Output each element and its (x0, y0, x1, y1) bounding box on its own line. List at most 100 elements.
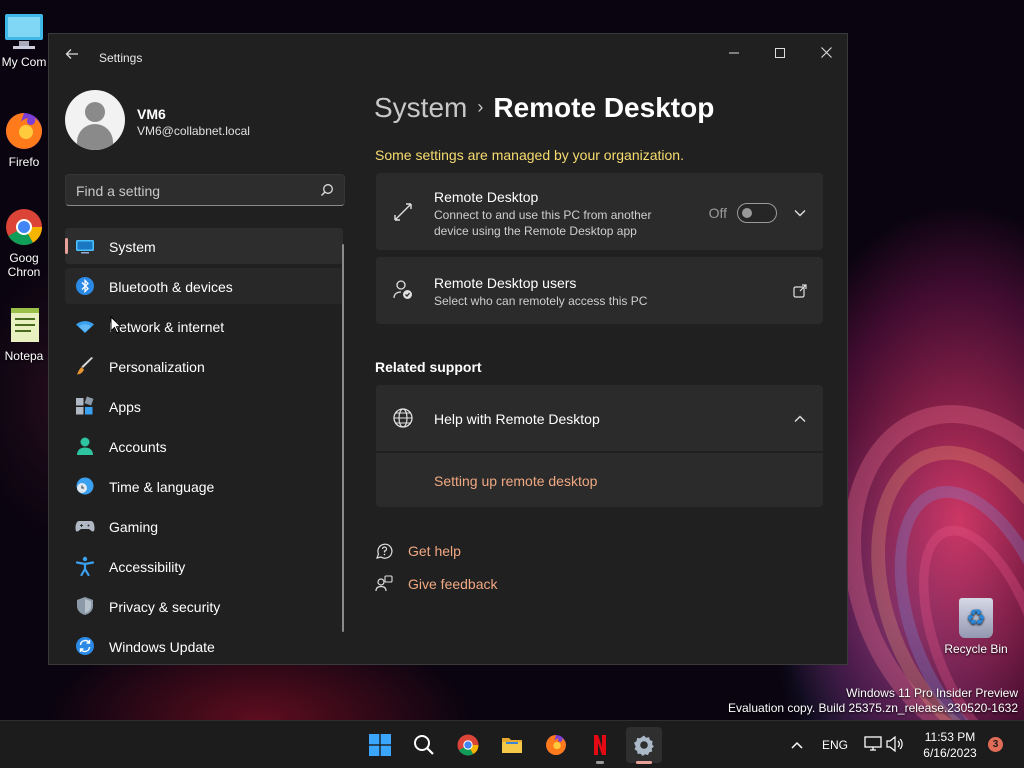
app-title: Settings (99, 51, 143, 65)
sidebar-item-time-language[interactable]: Time & language (65, 468, 343, 504)
globe-clock-icon (76, 477, 94, 495)
page-title: Remote Desktop (493, 92, 715, 123)
taskbar-firefox[interactable] (538, 727, 574, 763)
desktop-icon-chrome[interactable]: Goog Chron (0, 206, 48, 279)
recycle-bin-label: Recycle Bin (944, 642, 1008, 656)
maximize-button[interactable] (757, 38, 803, 68)
chevron-down-icon[interactable] (793, 206, 807, 220)
sidebar-item-label: Bluetooth & devices (109, 279, 233, 295)
taskbar-clock[interactable]: 11:53 PM 6/16/2023 (916, 729, 984, 761)
network-icon (864, 736, 882, 751)
remote-desktop-toggle[interactable] (737, 203, 777, 223)
apps-icon (76, 396, 94, 415)
maximize-icon (775, 48, 785, 58)
desktop-icon-label-line2: Chron (7, 265, 41, 279)
org-managed-notice: Some settings are managed by your organi… (375, 147, 684, 163)
help-remote-desktop-header[interactable]: Help with Remote Desktop (376, 385, 823, 451)
recycle-bin[interactable]: Recycle Bin (944, 598, 1008, 656)
sidebar-item-label: Network & internet (109, 319, 225, 335)
remote-desktop-icon (394, 203, 412, 221)
help-card-body: Setting up remote desktop (376, 453, 823, 507)
desktop-icon-label: Notepa (4, 349, 44, 363)
desktop-icon-firefox[interactable]: Firefo (0, 110, 48, 169)
sidebar-item-privacy-security[interactable]: Privacy & security (65, 588, 343, 624)
taskbar: ENG 11:53 PM 6/16/2023 3 (0, 720, 1024, 768)
taskbar-chrome[interactable] (450, 727, 486, 763)
desktop-icon-label: Goog (9, 251, 39, 265)
chevron-up-icon[interactable] (793, 412, 807, 426)
search-icon (414, 735, 434, 755)
close-icon (820, 47, 832, 58)
settings-window: Settings VM6 VM6@collabnet.local System … (48, 33, 848, 665)
firefox-icon (3, 110, 45, 152)
chrome-icon (3, 206, 45, 248)
sidebar-item-system[interactable]: System (65, 228, 343, 264)
quick-settings-button[interactable] (862, 721, 908, 768)
back-arrow-icon (65, 49, 78, 59)
desktop-icon-label: My Com (1, 55, 47, 69)
sidebar-item-bluetooth[interactable]: Bluetooth & devices (65, 268, 343, 304)
get-help-icon (376, 543, 393, 559)
desktop-icon-my-computer[interactable]: My Com (0, 10, 48, 69)
sidebar-item-network[interactable]: Network & internet (65, 308, 343, 344)
sidebar-item-label: Time & language (109, 479, 215, 495)
remote-desktop-description: Connect to and use this PC from another … (434, 208, 652, 238)
active-indicator (65, 238, 68, 254)
globe-icon (393, 408, 413, 428)
sidebar-item-windows-update[interactable]: Windows Update (65, 628, 343, 664)
language-label: ENG (822, 738, 849, 752)
shield-icon (77, 597, 93, 615)
chevron-up-icon (791, 741, 803, 749)
setting-up-remote-desktop-link[interactable]: Setting up remote desktop (434, 473, 597, 489)
close-button[interactable] (803, 38, 847, 68)
taskbar-settings[interactable] (626, 727, 662, 764)
open-external-icon[interactable] (793, 284, 807, 298)
sidebar-item-label: Accessibility (109, 559, 186, 575)
clock-date: 6/16/2023 (923, 746, 977, 760)
sidebar-item-accessibility[interactable]: Accessibility (65, 548, 343, 584)
sidebar-item-label: Apps (109, 399, 141, 415)
wifi-icon (76, 321, 94, 333)
help-card-title: Help with Remote Desktop (434, 411, 600, 427)
title-bar[interactable]: Settings (49, 34, 847, 82)
desktop-icon-label: Firefo (8, 155, 40, 169)
gamepad-icon (75, 521, 95, 532)
search-input[interactable] (76, 181, 306, 201)
remote-desktop-users-card[interactable]: Remote Desktop users Select who can remo… (376, 257, 823, 324)
taskbar-netflix[interactable] (582, 727, 618, 764)
toggle-state-label: Off (708, 205, 727, 221)
remote-desktop-users-description: Select who can remotely access this PC (434, 294, 648, 308)
accessibility-icon (75, 556, 95, 576)
recycle-bin-icon (959, 598, 993, 638)
sidebar-item-apps[interactable]: Apps (65, 388, 343, 424)
search-box[interactable] (65, 174, 345, 206)
desktop-icon-notepad[interactable]: Notepa (0, 304, 48, 363)
volume-icon (886, 736, 903, 752)
give-feedback-label: Give feedback (408, 576, 498, 592)
sidebar-item-accounts[interactable]: Accounts (65, 428, 343, 464)
sidebar-item-gaming[interactable]: Gaming (65, 508, 343, 544)
accounts-icon (77, 437, 93, 455)
notification-badge[interactable]: 3 (988, 737, 1003, 752)
remote-desktop-title: Remote Desktop (434, 189, 539, 205)
sidebar-scrollbar[interactable] (342, 244, 344, 632)
taskbar-search-button[interactable] (406, 727, 442, 763)
taskbar-file-explorer[interactable] (494, 727, 530, 763)
minimize-icon (729, 52, 739, 54)
show-hidden-icons-button[interactable] (786, 721, 808, 768)
language-indicator[interactable]: ENG (820, 721, 850, 768)
watermark-line1: Windows 11 Pro Insider Preview (846, 686, 1018, 700)
windows-watermark: Windows 11 Pro Insider Preview Evaluatio… (728, 686, 1018, 716)
remote-desktop-card[interactable]: Remote Desktop Connect to and use this P… (376, 173, 823, 250)
bluetooth-icon (76, 277, 94, 295)
breadcrumb-parent[interactable]: System (374, 92, 467, 123)
back-button[interactable] (61, 46, 83, 68)
system-icon (76, 240, 94, 254)
avatar[interactable] (65, 90, 125, 150)
toggle-knob (742, 208, 752, 218)
profile-email: VM6@collabnet.local (137, 124, 250, 138)
start-button[interactable] (362, 727, 398, 763)
sidebar-item-label: Privacy & security (109, 599, 221, 615)
sidebar-item-personalization[interactable]: Personalization (65, 348, 343, 384)
minimize-button[interactable] (711, 38, 757, 68)
